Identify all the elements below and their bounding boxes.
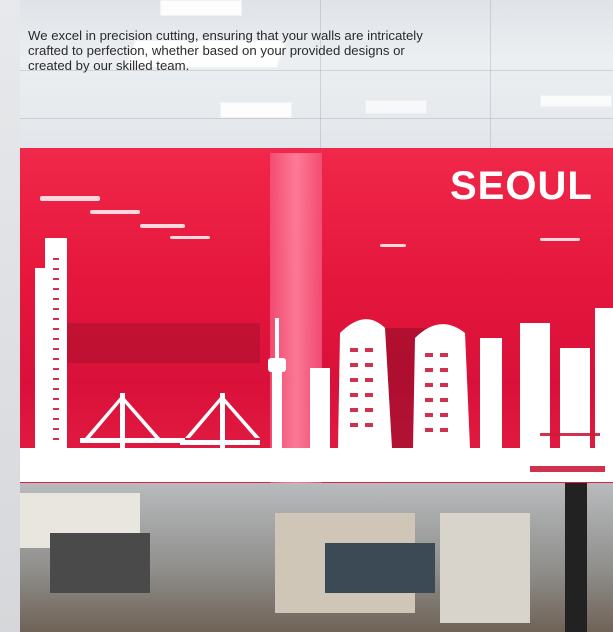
intro-paragraph: We excel in precision cutting, ensuring … [28, 28, 613, 73]
page-edge-frame [0, 0, 21, 632]
intro-line-2: crafted to perfection, whether based on … [28, 43, 405, 58]
intro-line-1: We excel in precision cutting, ensuring … [28, 28, 423, 43]
ceiling-background [20, 0, 613, 148]
office-wall-photo: SEOUL [20, 148, 613, 632]
office-floor-area [20, 483, 613, 632]
intro-line-3: created by our skilled team. [28, 58, 190, 73]
